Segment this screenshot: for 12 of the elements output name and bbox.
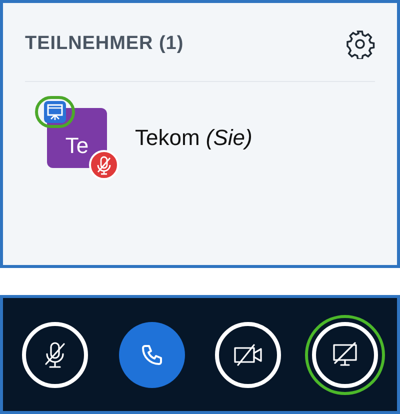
call-control-button[interactable] <box>22 322 88 388</box>
muted-microphone-icon <box>43 340 68 368</box>
call-control-button[interactable] <box>215 322 282 388</box>
phone-icon <box>140 342 164 366</box>
settings-icon[interactable] <box>345 29 375 59</box>
video-off-icon <box>233 342 264 366</box>
participant-name: Tekom (Sie) <box>135 124 252 152</box>
panel-title: TEILNEHMER (1) <box>25 32 184 56</box>
call-control-button[interactable] <box>312 322 378 388</box>
presentation-board-icon <box>44 101 66 123</box>
avatar-initials: Te <box>65 132 89 160</box>
screen-share-off-icon <box>330 342 359 368</box>
